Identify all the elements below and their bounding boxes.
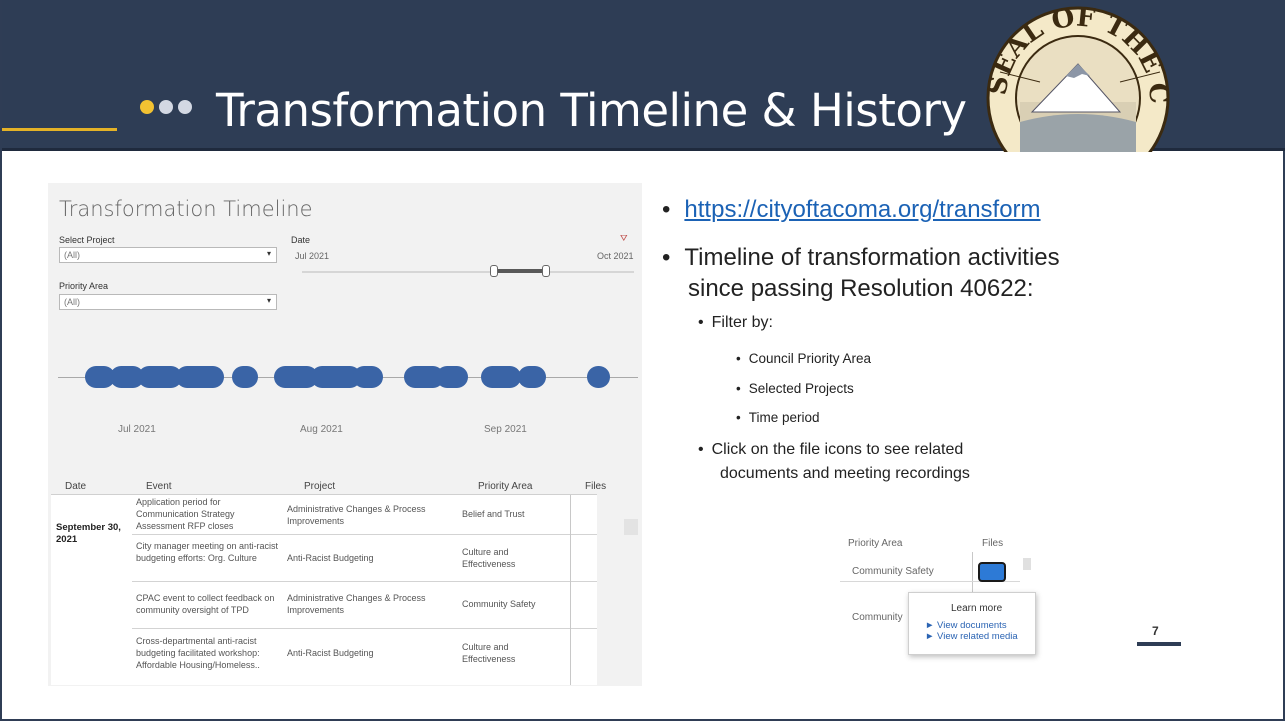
date-group-cell: September 30, 2021	[56, 522, 121, 545]
filter-option-label: Council Priority Area	[748, 351, 872, 366]
muted-dot	[178, 100, 192, 114]
inset-scrollbar	[1023, 558, 1031, 570]
page-number-bar	[1137, 642, 1181, 646]
events-table: September 30, 2021 Application period fo…	[51, 494, 597, 685]
dashboard-title: Transformation Timeline	[59, 197, 313, 221]
learn-more-title: Learn more	[951, 603, 1003, 614]
event-cell: Cross-departmental anti-racist budgeting…	[136, 636, 260, 670]
date-end-value: Oct 2021	[597, 251, 634, 261]
column-header-priority: Priority Area	[478, 481, 533, 492]
column-header-date: Date	[65, 481, 87, 492]
chevron-down-icon: ▾	[266, 296, 271, 305]
muted-dot	[159, 100, 173, 114]
timeline-event-bubble[interactable]	[518, 366, 546, 388]
accent-dot	[140, 100, 154, 114]
date-slider-end-handle[interactable]	[542, 265, 550, 277]
priority-area-dropdown[interactable]: (All) ▾	[59, 294, 277, 310]
priority-area-label: Priority Area	[59, 281, 109, 291]
bullet-link-item: • https://cityoftacoma.org/transform	[662, 196, 1041, 223]
timeline-text-1: Timeline of transformation activities	[684, 244, 1060, 271]
inset-header-priority: Priority Area	[848, 538, 903, 549]
bullet-timeline-line1: • Timeline of transformation activities	[662, 244, 1060, 271]
clear-filter-icon[interactable]: ⛛	[620, 233, 628, 244]
column-header-event: Event	[146, 481, 172, 492]
timeline-event-bubble[interactable]	[176, 366, 224, 388]
click-instruction: • Click on the file icons to see related	[698, 441, 964, 458]
file-icon[interactable]	[978, 562, 1006, 582]
date-start-value: Jul 2021	[295, 251, 330, 261]
priority-cell: Belief and Trust	[462, 509, 525, 519]
select-project-dropdown[interactable]: (All) ▾	[59, 247, 277, 263]
timeline-event-bubble[interactable]	[481, 366, 521, 388]
title-dots	[140, 100, 210, 116]
filter-option: • Time period	[736, 410, 820, 425]
date-slider-range	[496, 269, 546, 273]
transform-link[interactable]: https://cityoftacoma.org/transform	[684, 196, 1040, 223]
timeline-event-bubble[interactable]	[232, 366, 258, 388]
table-row[interactable]: City manager meeting on anti-racist budg…	[132, 536, 597, 582]
slide: Transformation Timeline & History SEAL O…	[0, 0, 1285, 721]
event-cell: CPAC event to collect feedback on commun…	[136, 593, 275, 615]
slide-title: Transformation Timeline & History	[216, 84, 967, 137]
project-cell: Anti-Racist Budgeting	[287, 553, 374, 563]
project-cell: Administrative Changes & Process Improve…	[287, 504, 426, 526]
filter-option: • Selected Projects	[736, 381, 854, 396]
column-header-files: Files	[585, 481, 607, 492]
view-documents-link[interactable]: ► View documents	[925, 620, 1007, 631]
click-text-1: Click on the file icons to see related	[711, 441, 964, 458]
project-cell: Anti-Racist Budgeting	[287, 648, 374, 658]
filter-by-item: • Filter by:	[698, 314, 773, 331]
priority-area-value: (All)	[64, 297, 80, 307]
click-text-2: documents and meeting recordings	[720, 465, 970, 482]
priority-cell: Culture and Effectiveness	[462, 547, 516, 569]
event-cell: Application period for Communication Str…	[136, 497, 235, 531]
priority-cell: Community Safety	[462, 599, 536, 609]
date-slider-start-handle[interactable]	[490, 265, 498, 277]
filter-option-label: Selected Projects	[748, 381, 854, 396]
learn-more-popup: Learn more ► View documents ► View relat…	[908, 592, 1036, 655]
table-row[interactable]: Application period for Communication Str…	[132, 495, 597, 535]
priority-cell: Culture and Effectiveness	[462, 642, 516, 664]
select-project-value: (All)	[64, 250, 80, 260]
timeline-dashboard: Transformation Timeline Select Project (…	[48, 183, 642, 686]
inset-header-files: Files	[982, 538, 1004, 549]
header-accent-underline	[2, 128, 117, 131]
date-slider-track[interactable]	[302, 271, 634, 273]
timeline-event-bubble[interactable]	[587, 366, 610, 388]
files-column-divider	[570, 495, 571, 685]
table-scrollbar[interactable]	[624, 519, 638, 535]
files-popup-example: Priority Area Files Community Safety Com…	[840, 530, 1036, 658]
event-cell: City manager meeting on anti-racist budg…	[136, 541, 279, 563]
filter-by-label: Filter by:	[711, 314, 773, 331]
inset-row-1: Community Safety	[852, 566, 934, 577]
city-seal-icon: SEAL OF THE CITY OF TACOMA	[970, 2, 1186, 152]
view-related-media-link[interactable]: ► View related media	[925, 631, 1018, 642]
month-label: Jul 2021	[118, 424, 156, 435]
timeline-text-2: since passing Resolution 40622:	[688, 275, 1034, 302]
filter-option: • Council Priority Area	[736, 351, 872, 366]
timeline-event-bubble[interactable]	[353, 366, 383, 388]
date-filter-label: Date	[291, 235, 311, 245]
project-cell: Administrative Changes & Process Improve…	[287, 593, 426, 615]
table-row[interactable]: Cross-departmental anti-racist budgeting…	[132, 630, 597, 686]
month-label: Sep 2021	[484, 424, 527, 435]
filter-option-label: Time period	[748, 410, 820, 425]
timeline-event-bubble[interactable]	[436, 366, 468, 388]
table-row[interactable]: CPAC event to collect feedback on commun…	[132, 583, 597, 629]
inset-row-2: Community	[852, 612, 903, 623]
select-project-label: Select Project	[59, 235, 115, 245]
column-header-project: Project	[304, 481, 336, 492]
page-number: 7	[1152, 624, 1159, 638]
chevron-down-icon: ▾	[266, 249, 271, 258]
month-label: Aug 2021	[300, 424, 343, 435]
